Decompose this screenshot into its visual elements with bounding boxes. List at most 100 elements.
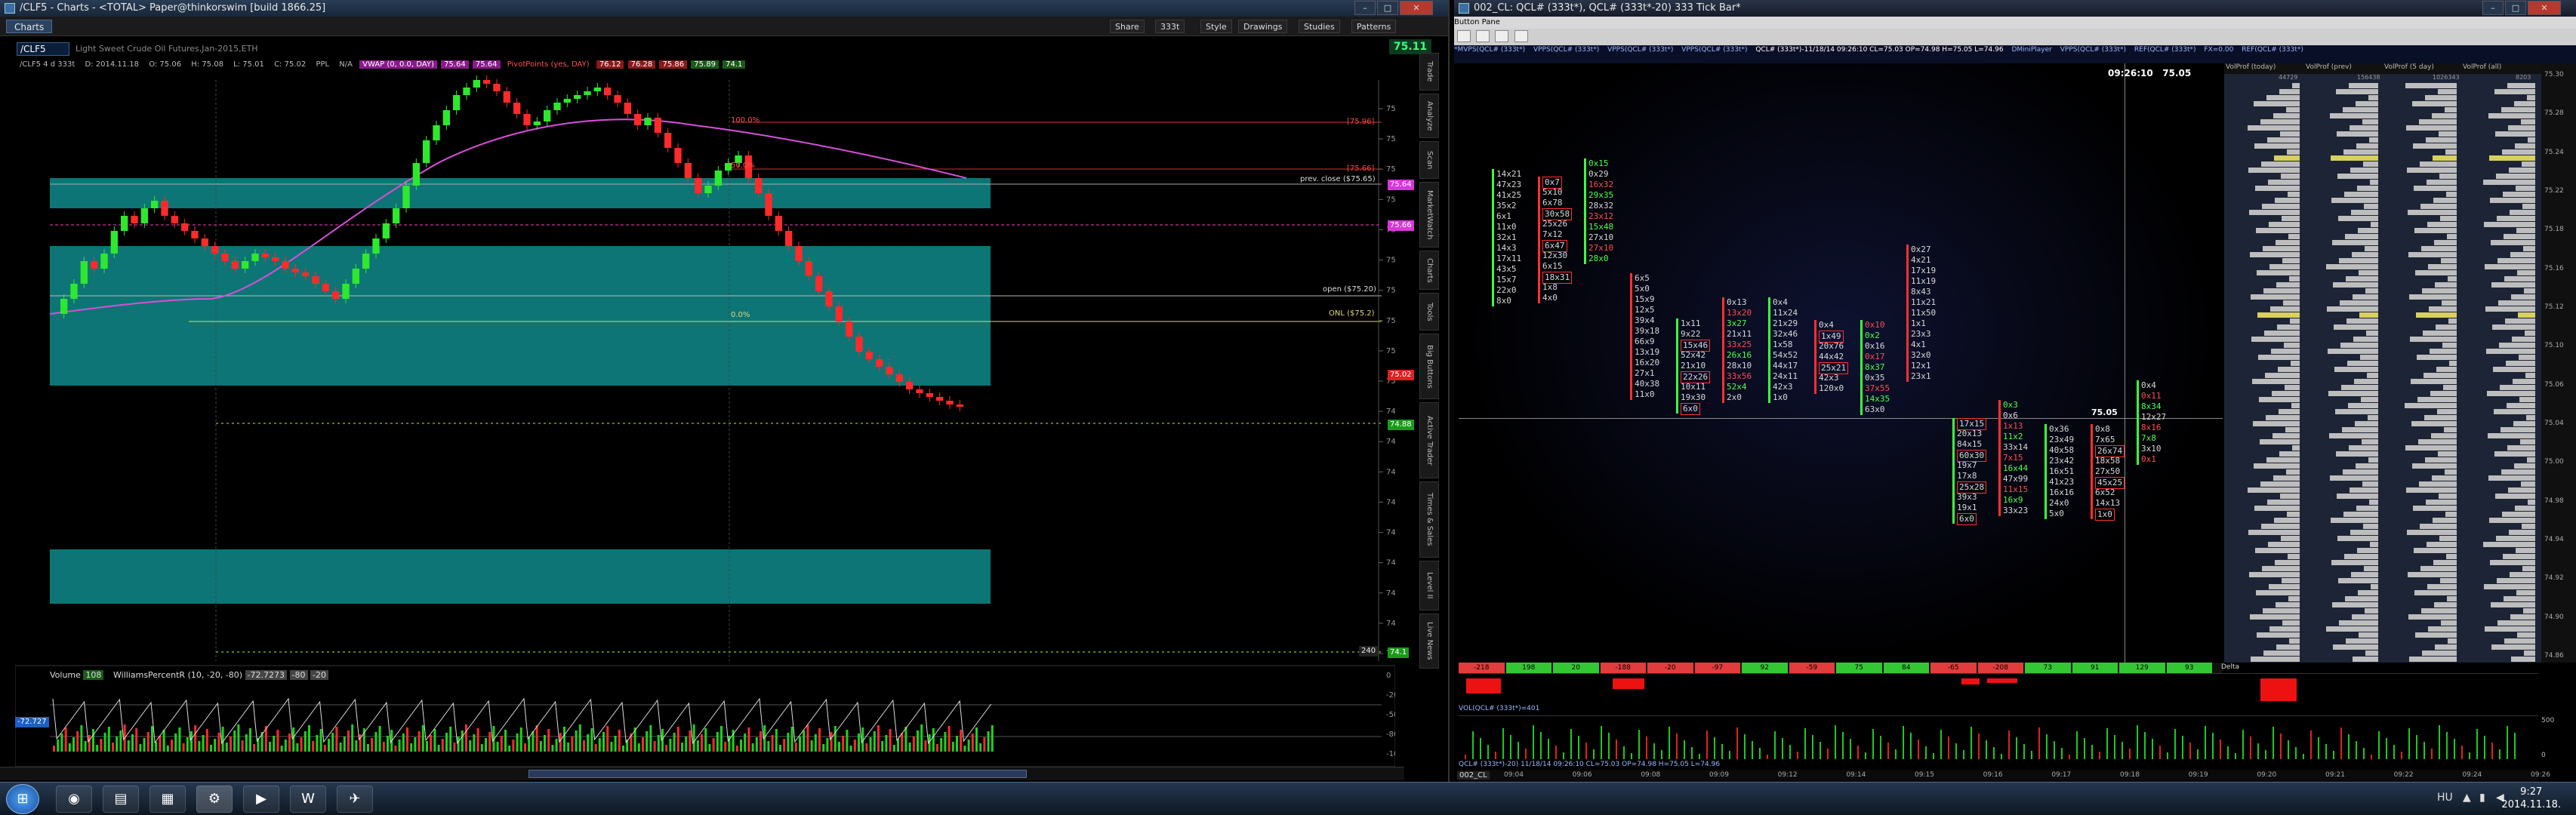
tool-icon-1[interactable] <box>1457 30 1471 42</box>
volume-profile-bar <box>2449 361 2457 366</box>
trading-app-icon[interactable]: ▶ <box>243 786 279 813</box>
info-6: PPL <box>316 60 330 69</box>
right-close-icon[interactable]: ✕ <box>2528 1 2561 15</box>
volume-panel-bar <box>2054 741 2055 759</box>
volume-profile-bar <box>2411 379 2457 384</box>
footprint-cell: 120x0 <box>1819 383 1844 393</box>
workspace-tab[interactable]: 002_CL <box>1457 771 1490 780</box>
footprint-cell: 27x10 <box>1588 232 1614 242</box>
volume-bar <box>308 725 310 752</box>
volume-panel-bar <box>1472 731 1474 759</box>
side-tab-10[interactable]: Live News <box>1419 614 1439 669</box>
footprint-cell: 41x23 <box>2049 477 2075 487</box>
volume-panel-bar <box>1661 750 1662 759</box>
side-tab-2[interactable]: Scan <box>1419 141 1439 179</box>
side-tab-9[interactable]: Level II <box>1419 561 1439 610</box>
tool-icon-4[interactable] <box>1514 30 1528 42</box>
studies-button[interactable]: Studies <box>1299 20 1340 33</box>
candle-body <box>221 254 229 261</box>
chrome-icon[interactable]: ◉ <box>56 786 92 813</box>
footprint-cell: 1x58 <box>1773 340 1793 349</box>
patterns-button[interactable]: Patterns <box>1351 20 1397 33</box>
tool-icon-3[interactable] <box>1495 30 1509 42</box>
candle-body <box>463 88 470 95</box>
candle-body <box>624 103 631 114</box>
volume-profile-bar <box>2266 415 2300 420</box>
price-tag-low: 74.1 <box>1388 647 1410 658</box>
symbol-input[interactable]: /CLF5 <box>17 42 69 56</box>
candle-body <box>846 321 853 337</box>
thinkorswim-icon[interactable]: ⚙ <box>196 786 233 813</box>
volume-profile-bar <box>2419 119 2457 125</box>
candle-body <box>593 88 601 91</box>
right-menu-bar[interactable]: Button Pane <box>1454 17 2576 29</box>
delta-hist-bar-1 <box>1466 678 1501 694</box>
footprint-cell: 15x48 <box>1588 222 1614 232</box>
side-tab-0[interactable]: Trade <box>1419 53 1439 91</box>
volume-panel-bar <box>1669 727 1670 759</box>
volume-bar <box>571 737 574 752</box>
volume-bar <box>64 727 67 752</box>
volume-profile-bar <box>2288 192 2300 197</box>
volume-panel-bar <box>1918 740 1919 759</box>
word-icon[interactable]: W <box>290 786 326 813</box>
zoom-icon[interactable] <box>1476 30 1490 42</box>
candle-body <box>201 238 208 246</box>
volume-profile-bar <box>2288 596 2300 601</box>
document-icon[interactable]: ▦ <box>149 786 186 813</box>
side-tab-8[interactable]: Times & Sales <box>1419 481 1439 558</box>
volume-profile-bar <box>2405 403 2457 408</box>
volume-panel-bar <box>1948 737 1949 759</box>
scrollbar-thumb[interactable] <box>528 770 1027 778</box>
footprint-cell: 8x16 <box>2141 423 2162 432</box>
volume-profile-bar <box>2430 349 2457 354</box>
timeframe-button[interactable]: 333t <box>1155 20 1185 33</box>
footprint-ladder[interactable]: 09:26:10 75.05 75.05 14x21 47x23 41x25 35x2… <box>1459 63 2223 663</box>
footprint-cell: 16x20 <box>1635 358 1660 368</box>
app-icon-7[interactable]: ✈ <box>337 786 373 813</box>
volume-profile-bar <box>2266 457 2300 463</box>
start-button[interactable]: ⊞ <box>6 784 39 814</box>
language-indicator[interactable]: HU <box>2437 792 2453 804</box>
close-icon[interactable]: ✕ <box>1400 1 1433 15</box>
volume-panel-bar <box>2197 749 2199 759</box>
candle-body <box>785 231 793 246</box>
price-chart[interactable]: 75.975.875.775.675.575.475.375.275.17574… <box>15 72 1395 767</box>
tab-charts[interactable]: Charts <box>6 20 53 33</box>
tray-arrow-icon[interactable]: ▲ <box>2463 792 2471 804</box>
drawings-button[interactable]: Drawings <box>1238 20 1288 33</box>
minimize-icon[interactable]: – <box>1354 1 1376 15</box>
style-button[interactable]: Style <box>1200 20 1232 33</box>
side-tab-6[interactable]: Big Buttons <box>1419 334 1439 399</box>
right-maximize-icon[interactable]: □ <box>2505 1 2526 15</box>
button-pane-menu[interactable]: Button Pane <box>1454 18 1500 26</box>
volume-profile-bar <box>2275 560 2300 565</box>
right-minimize-icon[interactable]: – <box>2482 1 2504 15</box>
volume-profile-bar <box>2356 463 2378 469</box>
footprint-cell: 0x16 <box>1865 341 1885 351</box>
network-icon[interactable]: ▮ <box>2479 792 2485 804</box>
candle-body <box>775 216 782 231</box>
right-title-bar[interactable]: 002_CL: QCL# (333t*), QCL# (333t*-20) 33… <box>1454 0 2576 17</box>
explorer-icon[interactable]: ▤ <box>103 786 139 813</box>
volume-bar <box>657 735 660 752</box>
volume-bar <box>983 737 986 752</box>
candle-body <box>60 299 68 314</box>
horizontal-scrollbar[interactable] <box>0 767 1404 780</box>
side-tab-5[interactable]: Tools <box>1419 293 1439 331</box>
left-title-bar[interactable]: /CLF5 - Charts - <TOTAL> Paper@thinkorsw… <box>0 0 1448 17</box>
volume-profile-bar <box>2292 445 2300 451</box>
clock[interactable]: 9:27 2014.11.18. <box>2501 786 2561 811</box>
side-tab-1[interactable]: Analyze <box>1419 94 1439 138</box>
share-button[interactable]: Share <box>1110 20 1145 33</box>
footprint-cell: 14x35 <box>1865 394 1890 404</box>
info-14: 75.86 <box>659 60 688 69</box>
footprint-cell: 11x0 <box>1635 389 1655 399</box>
volume-profile-bar <box>2427 180 2457 185</box>
maximize-icon[interactable]: □ <box>1377 1 1398 15</box>
side-tab-4[interactable]: Charts <box>1419 251 1439 290</box>
volume-panel-bar <box>2167 752 2168 759</box>
volume-panel-bar <box>2031 751 2032 759</box>
side-tab-3[interactable]: MarketWatch <box>1419 182 1439 248</box>
side-tab-7[interactable]: Active Trader <box>1419 402 1439 478</box>
